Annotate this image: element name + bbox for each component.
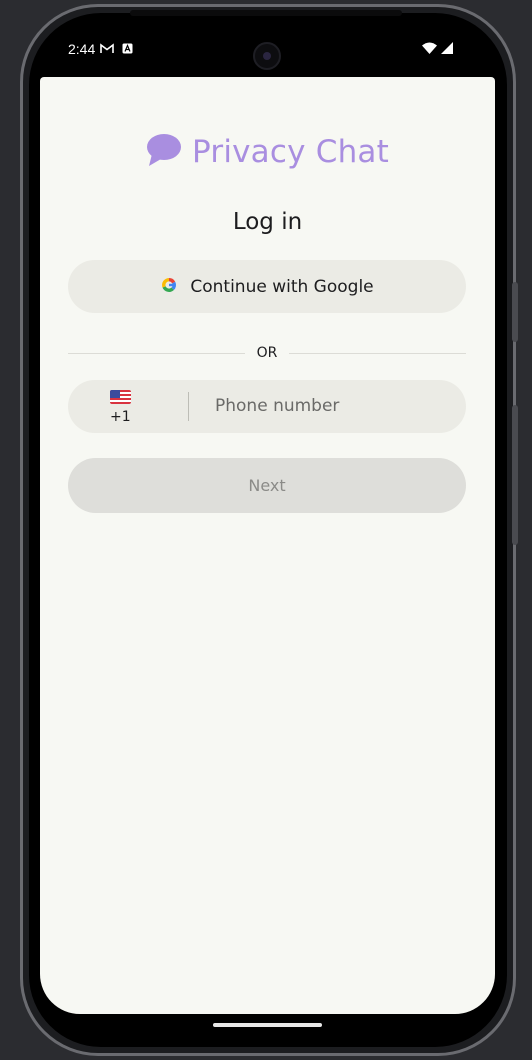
signal-icon (441, 41, 453, 57)
power-button (512, 405, 518, 545)
app-brand: Privacy Chat (40, 132, 495, 172)
system-icons (422, 41, 453, 57)
or-divider: OR (68, 343, 466, 363)
status-time: 2:44 (68, 41, 96, 57)
gmail-icon (100, 41, 114, 57)
home-indicator[interactable] (213, 1023, 322, 1027)
login-screen: Privacy Chat Log in Continue with Google… (40, 77, 495, 1014)
device-top-edge (130, 10, 402, 16)
wifi-icon (422, 41, 437, 57)
divider-line-right (289, 352, 466, 354)
country-code-selector[interactable]: +1 (106, 387, 146, 427)
google-icon (160, 276, 178, 298)
us-flag-icon (110, 390, 131, 404)
divider-text: OR (256, 345, 278, 361)
next-button[interactable]: Next (68, 458, 466, 513)
divider-line-left (68, 352, 245, 354)
app-name: Privacy Chat (192, 134, 389, 170)
phone-number-field: +1 (68, 380, 466, 433)
page-title: Log in (232, 209, 303, 235)
front-camera (253, 42, 281, 70)
continue-with-google-button[interactable]: Continue with Google (68, 260, 466, 313)
field-separator (188, 392, 189, 421)
phone-number-input[interactable] (215, 390, 445, 422)
app-notification-icon (122, 41, 133, 57)
next-button-label: Next (248, 476, 286, 495)
country-dial-code: +1 (110, 409, 131, 425)
google-button-label: Continue with Google (190, 276, 374, 297)
notification-icons (100, 41, 133, 57)
volume-button (512, 282, 518, 342)
chat-bubble-icon (146, 132, 182, 172)
